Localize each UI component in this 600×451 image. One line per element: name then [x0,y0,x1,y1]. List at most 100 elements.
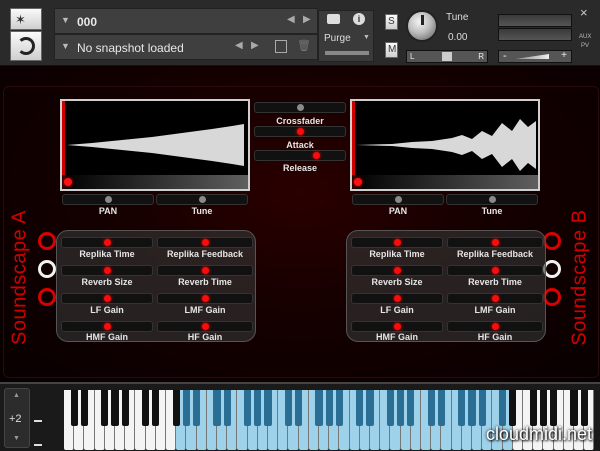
attack-handle[interactable] [297,128,304,135]
black-key[interactable] [366,390,374,426]
black-key[interactable] [315,390,323,426]
instrument-name-slot[interactable]: ▼ 000 ◀ ▶ [54,8,318,34]
snapshot-name[interactable]: No snapshot loaded [77,41,184,55]
aux-label[interactable]: AUX [579,34,591,40]
pan-handle[interactable] [442,52,452,61]
pv-label[interactable]: PV [581,43,589,49]
black-key[interactable] [70,390,78,426]
black-key[interactable] [193,390,201,426]
volume-minus[interactable]: - [503,50,507,62]
attack-slider[interactable] [254,126,346,137]
black-key[interactable] [437,390,445,426]
fx-b-slider-3[interactable] [351,265,443,276]
black-key[interactable] [295,390,303,426]
fx-b-handle-6[interactable] [492,295,499,302]
waveform-display-a[interactable] [60,99,250,191]
black-key[interactable] [478,390,486,426]
octave-up-icon[interactable]: ▲ [13,392,20,399]
pan-slider[interactable]: L R [406,50,488,63]
black-key[interactable] [529,390,537,426]
mute-button[interactable]: M [385,42,398,58]
crossfader-slider[interactable] [254,102,346,113]
tune-knob[interactable] [406,10,438,42]
soundscape-a-slot-2[interactable] [38,260,56,278]
next-instrument-icon[interactable]: ▶ [303,14,311,25]
black-key[interactable] [142,390,150,426]
fx-b-slider-5[interactable] [351,293,443,304]
black-key[interactable] [550,390,558,426]
black-key[interactable] [101,390,109,426]
tune-a-slider[interactable] [156,194,248,205]
fx-b-handle-1[interactable] [394,239,401,246]
fx-a-slider-1[interactable] [61,237,153,248]
save-icon[interactable] [275,40,287,53]
black-key[interactable] [284,390,292,426]
fx-b-handle-5[interactable] [394,295,401,302]
fx-a-handle-5[interactable] [104,295,111,302]
close-button[interactable]: × [580,5,588,20]
soundscape-a-slot-3[interactable] [38,288,56,306]
black-key[interactable] [397,390,405,426]
fx-a-handle-4[interactable] [202,267,209,274]
black-key[interactable] [213,390,221,426]
fx-b-slider-1[interactable] [351,237,443,248]
prev-snapshot-icon[interactable]: ◀ [235,40,243,51]
fx-b-handle-7[interactable] [394,323,401,330]
fx-b-handle-3[interactable] [394,267,401,274]
black-key[interactable] [570,390,578,426]
black-key[interactable] [152,390,160,426]
waveform-display-b[interactable] [350,99,540,191]
info-icon[interactable]: i [353,13,365,25]
tune-a-handle[interactable] [199,196,206,203]
prev-instrument-icon[interactable]: ◀ [287,14,295,25]
waveform-b-position-handle[interactable] [354,178,362,186]
fx-b-slider-2[interactable] [447,237,543,248]
fx-a-slider-5[interactable] [61,293,153,304]
volume-slider[interactable]: - + [498,50,572,63]
fx-a-slider-3[interactable] [61,265,153,276]
pan-a-handle[interactable] [105,196,112,203]
release-handle[interactable] [313,152,320,159]
fx-a-handle-1[interactable] [104,239,111,246]
black-key[interactable] [182,390,190,426]
fx-b-slider-8[interactable] [447,321,543,332]
pitch-wheel[interactable] [34,420,42,422]
octave-down-icon[interactable]: ▼ [13,435,20,442]
black-key[interactable] [244,390,252,426]
fx-b-handle-4[interactable] [492,267,499,274]
soundscape-a-slot-1[interactable] [38,232,56,250]
fx-b-handle-2[interactable] [492,239,499,246]
black-key[interactable] [458,390,466,426]
next-snapshot-icon[interactable]: ▶ [251,40,259,51]
black-key[interactable] [264,390,272,426]
black-key[interactable] [80,390,88,426]
instrument-name[interactable]: 000 [77,15,97,29]
tune-b-slider[interactable] [446,194,538,205]
volume-plus[interactable]: + [561,50,567,61]
pan-b-handle[interactable] [395,196,402,203]
black-key[interactable] [172,390,180,426]
snapshot-slot[interactable]: ▼ No snapshot loaded ◀ ▶ 🗑 [54,34,318,60]
release-slider[interactable] [254,150,346,161]
fx-a-handle-7[interactable] [104,323,111,330]
pan-a-slider[interactable] [62,194,154,205]
fx-a-handle-8[interactable] [202,323,209,330]
black-key[interactable] [356,390,364,426]
fx-a-handle-6[interactable] [202,295,209,302]
fx-a-slider-4[interactable] [157,265,253,276]
black-key[interactable] [509,390,517,426]
black-key[interactable] [325,390,333,426]
black-key[interactable] [254,390,262,426]
fx-a-slider-8[interactable] [157,321,253,332]
black-key[interactable] [335,390,343,426]
black-key[interactable] [468,390,476,426]
waveform-a-position-handle[interactable] [64,178,72,186]
fx-a-handle-3[interactable] [104,267,111,274]
tune-value[interactable]: 0.00 [448,32,467,43]
black-key[interactable] [539,390,547,426]
black-key[interactable] [223,390,231,426]
black-key[interactable] [427,390,435,426]
crossfader-handle[interactable] [297,104,304,111]
fx-a-slider-6[interactable] [157,293,253,304]
fx-a-slider-7[interactable] [61,321,153,332]
